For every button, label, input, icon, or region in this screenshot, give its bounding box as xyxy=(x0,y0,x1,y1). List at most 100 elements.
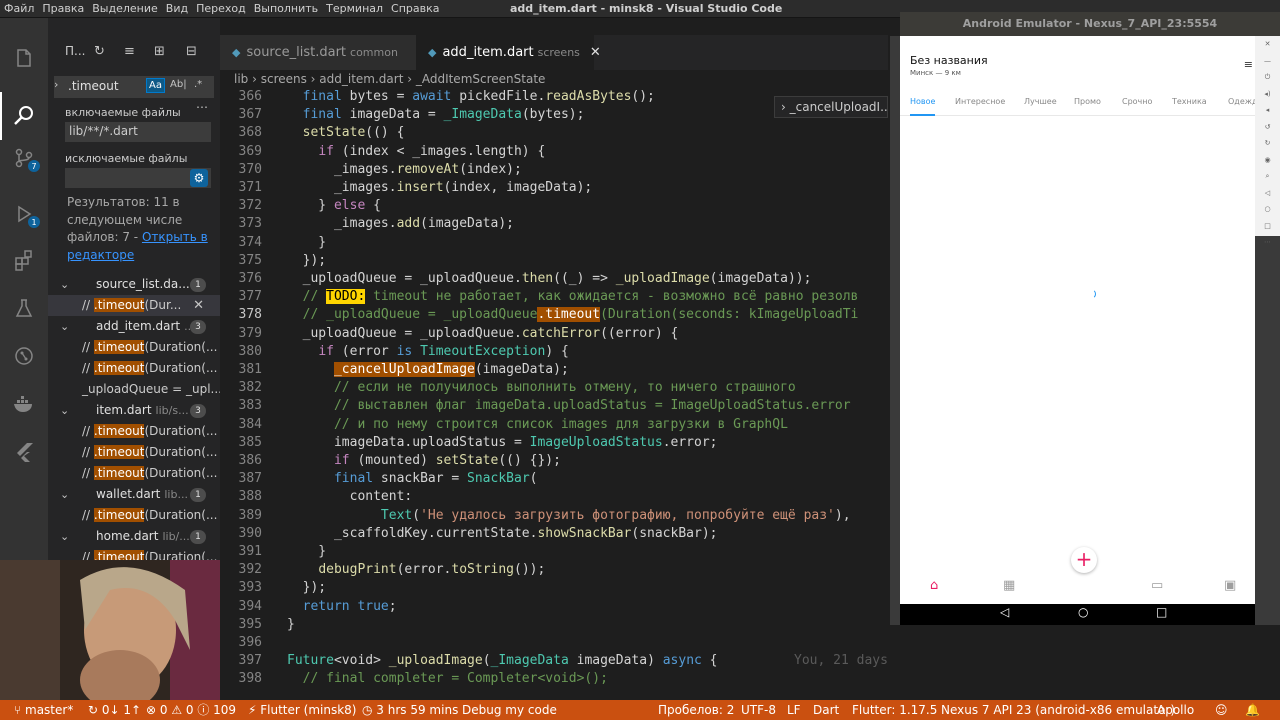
feedback-icon[interactable]: ☺ xyxy=(1215,700,1228,720)
new-search-editor-icon[interactable]: ⊞ xyxy=(154,44,165,59)
result-match[interactable]: // .timeout(Duration(... xyxy=(48,337,220,358)
menu-help[interactable]: Справка xyxy=(387,0,443,18)
code-line[interactable]: 368 setState(() { xyxy=(220,124,888,142)
language-mode[interactable]: Dart xyxy=(813,700,839,720)
overview-side-icon[interactable]: □ xyxy=(1255,218,1280,235)
use-exclude-settings-icon[interactable]: ⚙ xyxy=(190,169,208,187)
recents-icon[interactable]: □ xyxy=(1156,605,1167,619)
indentation-setting[interactable]: Пробелов: 2 xyxy=(658,700,734,720)
result-match[interactable]: // .timeout(Dur... ✕ xyxy=(48,295,220,316)
code-line[interactable]: 385 imageData.uploadStatus = ImageUpload… xyxy=(220,434,888,452)
home-side-icon[interactable]: ○ xyxy=(1255,201,1280,218)
tab-source-list[interactable]: ◆ source_list.dart common xyxy=(220,35,416,70)
git-sync[interactable]: ↻ 0↓ 1↑ xyxy=(88,700,141,720)
code-line[interactable]: 393 }); xyxy=(220,579,888,597)
eol-setting[interactable]: LF xyxy=(787,700,801,720)
app-tab-urgent[interactable]: Срочно xyxy=(1122,90,1152,114)
code-line[interactable]: 386 if (mounted) setState(() {}); xyxy=(220,452,888,470)
result-match[interactable]: _uploadQueue = _upl... xyxy=(48,379,220,400)
back-side-icon[interactable]: ◁ xyxy=(1255,185,1280,202)
flutter-icon[interactable] xyxy=(8,436,40,468)
result-match[interactable]: // .timeout(Duration(... xyxy=(48,505,220,526)
encoding-setting[interactable]: UTF-8 xyxy=(741,700,776,720)
code-line[interactable]: 391 } xyxy=(220,543,888,561)
code-line[interactable]: 374 } xyxy=(220,234,888,252)
app-tab-promo[interactable]: Промо xyxy=(1074,90,1101,114)
back-icon[interactable]: ◁ xyxy=(1000,605,1009,619)
dismiss-match-icon[interactable]: ✕ xyxy=(193,295,204,316)
menu-go[interactable]: Переход xyxy=(192,0,250,18)
apollo-status[interactable]: Apollo xyxy=(1157,700,1194,720)
profile-icon[interactable]: ▣ xyxy=(1224,578,1236,593)
source-control-icon[interactable]: 7 xyxy=(8,142,40,174)
git-graph-icon[interactable] xyxy=(8,340,40,372)
code-line[interactable]: 370 _images.removeAt(index); xyxy=(220,161,888,179)
testing-flask-icon[interactable] xyxy=(8,292,40,324)
git-branch[interactable]: ⑂ master* xyxy=(14,700,73,720)
code-line[interactable]: 389 Text('Не удалось загрузить фотографи… xyxy=(220,507,888,525)
power-icon[interactable]: ⏻ xyxy=(1255,69,1280,86)
more-options-icon[interactable]: ⋯ xyxy=(196,100,208,114)
match-whole-word-toggle[interactable]: Ab| xyxy=(168,78,189,91)
close-tab-icon[interactable]: ✕ xyxy=(590,45,601,60)
code-line[interactable]: 392 debugPrint(error.toString()); xyxy=(220,561,888,579)
toggle-replace-chevron-icon[interactable]: › xyxy=(54,78,64,91)
code-line[interactable]: 387 final snackBar = SnackBar( xyxy=(220,470,888,488)
home-circle-icon[interactable]: ○ xyxy=(1078,605,1088,619)
result-match[interactable]: // .timeout(Duration(... xyxy=(48,463,220,484)
extensions-icon[interactable] xyxy=(8,244,40,276)
code-line[interactable]: 384 // и по нему строится список images … xyxy=(220,416,888,434)
time-tracker[interactable]: ◷ 3 hrs 59 mins xyxy=(362,700,458,720)
code-line[interactable]: 395} xyxy=(220,616,888,634)
volume-up-icon[interactable]: ◂) xyxy=(1255,86,1280,103)
result-match[interactable]: // .timeout(Duration(... xyxy=(48,421,220,442)
code-line[interactable]: 380 if (error is TimeoutException) { xyxy=(220,343,888,361)
flutter-version[interactable]: Flutter: 1.17.5 xyxy=(852,700,937,720)
result-file[interactable]: ⌄ home.dart lib/... 1 xyxy=(48,526,220,547)
clear-results-icon[interactable]: ≡ xyxy=(124,44,135,59)
search-icon[interactable] xyxy=(8,100,40,132)
code-line[interactable]: 377 // TODO: timeout не работает, как ож… xyxy=(220,288,888,306)
app-tab-interesting[interactable]: Интересное xyxy=(955,90,1005,114)
docker-icon[interactable] xyxy=(8,388,40,420)
result-match[interactable]: // .timeout(Duration(... xyxy=(48,442,220,463)
code-line[interactable]: 381 _cancelUploadImage(imageData); xyxy=(220,361,888,379)
result-file[interactable]: ⌄ wallet.dart lib... 1 xyxy=(48,484,220,505)
volume-down-icon[interactable]: ◂ xyxy=(1255,102,1280,119)
close-icon[interactable]: ✕ xyxy=(1255,36,1280,53)
screenshot-icon[interactable]: ◉ xyxy=(1255,152,1280,169)
minimize-icon[interactable]: — xyxy=(1255,53,1280,70)
code-line[interactable]: 390 _scaffoldKey.currentState.showSnackB… xyxy=(220,525,888,543)
result-file[interactable]: ⌄ source_list.da... 1 xyxy=(48,274,220,295)
result-match[interactable]: // .timeout(Duration(... xyxy=(48,358,220,379)
result-file[interactable]: ⌄add_item.dart...3 xyxy=(48,316,220,337)
include-files-input[interactable]: lib/**/*.dart xyxy=(65,122,211,142)
notifications-bell-icon[interactable]: 🔔 xyxy=(1245,700,1260,720)
code-line[interactable]: 398 // final completer = Completer<void>… xyxy=(220,670,888,688)
menu-terminal[interactable]: Терминал xyxy=(322,0,387,18)
code-line[interactable]: 383 // выставлен флаг imageData.uploadSt… xyxy=(220,397,888,415)
code-line[interactable]: 388 content: xyxy=(220,488,888,506)
code-line[interactable]: 397 Future<void> _uploadImage(_ImageData … xyxy=(220,652,888,670)
rotate-right-icon[interactable]: ↻ xyxy=(1255,135,1280,152)
menu-view[interactable]: Вид xyxy=(162,0,192,18)
search-input-row[interactable]: › .timeout Aa Ab| .* xyxy=(54,76,214,98)
app-tab-new[interactable]: Новое xyxy=(910,90,936,116)
device-selector[interactable]: Nexus 7 API 23 (android-x86 emulator) xyxy=(941,700,1175,720)
app-tab-clothes[interactable]: Одежд xyxy=(1228,90,1255,114)
code-line[interactable]: 376 _uploadQueue = _uploadQueue.then((_)… xyxy=(220,270,888,288)
explorer-icon[interactable] xyxy=(8,42,40,74)
menu-file[interactable]: Файл xyxy=(0,0,38,18)
app-tab-best[interactable]: Лучшее xyxy=(1024,90,1057,114)
code-line[interactable]: 375 }); xyxy=(220,252,888,270)
code-line[interactable]: 379 _uploadQueue = _uploadQueue.catchErr… xyxy=(220,325,888,343)
menu-selection[interactable]: Выделение xyxy=(88,0,162,18)
home-icon[interactable]: ⌂ xyxy=(930,578,938,593)
rotate-left-icon[interactable]: ↺ xyxy=(1255,119,1280,136)
outline-popup[interactable]: › _cancelUploadI... xyxy=(774,96,888,118)
code-line[interactable]: 396 xyxy=(220,634,888,652)
catalog-grid-icon[interactable]: ▦ xyxy=(1003,578,1015,593)
device-screen[interactable]: Без названия Минск — 9 км ≡ Новое Интере… xyxy=(900,36,1255,625)
refresh-icon[interactable]: ↻ xyxy=(94,44,105,59)
code-line[interactable]: 369 if (index < _images.length) { xyxy=(220,143,888,161)
